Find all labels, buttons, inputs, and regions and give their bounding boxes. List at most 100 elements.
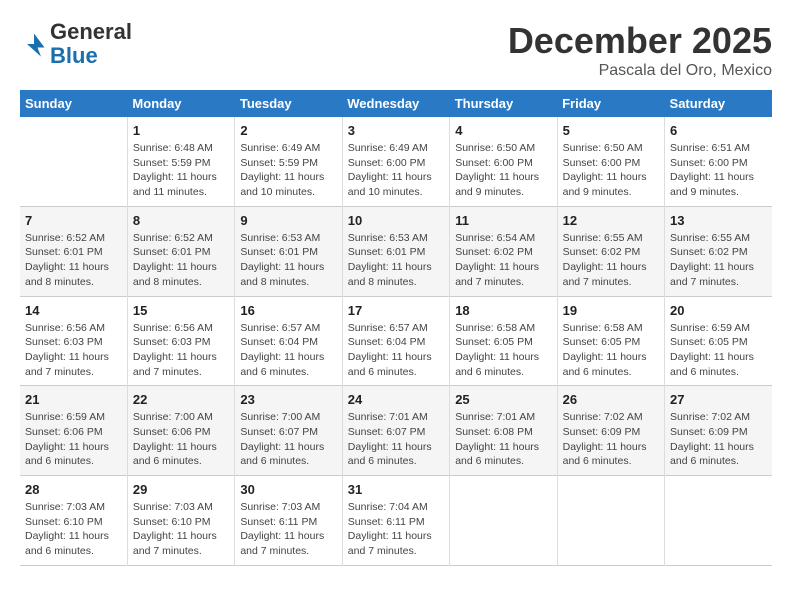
day-number: 8 (133, 213, 229, 228)
weekday-header-row: SundayMondayTuesdayWednesdayThursdayFrid… (20, 90, 772, 117)
calendar-cell: 3 Sunrise: 6:49 AM Sunset: 6:00 PM Daylig… (342, 117, 449, 206)
day-info: Sunrise: 6:50 AM Sunset: 6:00 PM Dayligh… (455, 141, 551, 200)
day-number: 22 (133, 392, 229, 407)
calendar-cell: 5 Sunrise: 6:50 AM Sunset: 6:00 PM Daylig… (557, 117, 664, 206)
title-block: December 2025 Pascala del Oro, Mexico (508, 20, 772, 80)
calendar-cell: 7 Sunrise: 6:52 AM Sunset: 6:01 PM Daylig… (20, 206, 127, 296)
day-info: Sunrise: 6:50 AM Sunset: 6:00 PM Dayligh… (563, 141, 659, 200)
day-info: Sunrise: 6:54 AM Sunset: 6:02 PM Dayligh… (455, 231, 551, 290)
logo-icon (20, 30, 48, 58)
day-info: Sunrise: 7:03 AM Sunset: 6:10 PM Dayligh… (133, 500, 229, 559)
day-number: 6 (670, 123, 767, 138)
calendar-cell: 6 Sunrise: 6:51 AM Sunset: 6:00 PM Daylig… (665, 117, 772, 206)
calendar-cell: 25 Sunrise: 7:01 AM Sunset: 6:08 PM Dayli… (450, 386, 557, 476)
page-header: GeneralBlue December 2025 Pascala del Or… (20, 20, 772, 80)
calendar-week-row: 7 Sunrise: 6:52 AM Sunset: 6:01 PM Daylig… (20, 206, 772, 296)
day-number: 17 (348, 303, 444, 318)
day-number: 24 (348, 392, 444, 407)
day-number: 15 (133, 303, 229, 318)
calendar-cell: 1 Sunrise: 6:48 AM Sunset: 5:59 PM Daylig… (127, 117, 234, 206)
day-number: 26 (563, 392, 659, 407)
calendar-cell: 27 Sunrise: 7:02 AM Sunset: 6:09 PM Dayli… (665, 386, 772, 476)
calendar-cell: 18Sunrise: 6:58 AM Sunset: 6:05 PM Dayli… (450, 296, 557, 386)
day-info: Sunrise: 7:00 AM Sunset: 6:07 PM Dayligh… (240, 410, 336, 469)
calendar-cell: 19 Sunrise: 6:58 AM Sunset: 6:05 PM Dayli… (557, 296, 664, 386)
calendar-cell: 2Sunrise: 6:49 AM Sunset: 5:59 PM Daylig… (235, 117, 342, 206)
calendar-table: SundayMondayTuesdayWednesdayThursdayFrid… (20, 90, 772, 566)
calendar-cell (665, 476, 772, 566)
calendar-cell (557, 476, 664, 566)
day-number: 3 (348, 123, 444, 138)
calendar-cell: 31 Sunrise: 7:04 AM Sunset: 6:11 PM Dayli… (342, 476, 449, 566)
day-info: Sunrise: 7:03 AM Sunset: 6:11 PM Dayligh… (240, 500, 336, 559)
day-number: 25 (455, 392, 551, 407)
day-number: 31 (348, 482, 444, 497)
day-number: 16 (240, 303, 336, 318)
calendar-cell: 20Sunrise: 6:59 AM Sunset: 6:05 PM Dayli… (665, 296, 772, 386)
day-info: Sunrise: 7:03 AM Sunset: 6:10 PM Dayligh… (25, 500, 122, 559)
day-number: 19 (563, 303, 659, 318)
weekday-header: Sunday (20, 90, 127, 117)
day-info: Sunrise: 6:56 AM Sunset: 6:03 PM Dayligh… (25, 321, 122, 380)
weekday-header: Monday (127, 90, 234, 117)
month-title: December 2025 (508, 20, 772, 62)
day-info: Sunrise: 6:48 AM Sunset: 5:59 PM Dayligh… (133, 141, 229, 200)
day-number: 5 (563, 123, 659, 138)
day-info: Sunrise: 6:55 AM Sunset: 6:02 PM Dayligh… (563, 231, 659, 290)
day-number: 10 (348, 213, 444, 228)
calendar-cell: 4 Sunrise: 6:50 AM Sunset: 6:00 PM Daylig… (450, 117, 557, 206)
calendar-cell: 24Sunrise: 7:01 AM Sunset: 6:07 PM Dayli… (342, 386, 449, 476)
day-number: 1 (133, 123, 229, 138)
day-info: Sunrise: 7:01 AM Sunset: 6:08 PM Dayligh… (455, 410, 551, 469)
day-info: Sunrise: 6:51 AM Sunset: 6:00 PM Dayligh… (670, 141, 767, 200)
day-info: Sunrise: 6:56 AM Sunset: 6:03 PM Dayligh… (133, 321, 229, 380)
logo: GeneralBlue (20, 20, 132, 68)
weekday-header: Tuesday (235, 90, 342, 117)
day-info: Sunrise: 6:57 AM Sunset: 6:04 PM Dayligh… (348, 321, 444, 380)
calendar-week-row: 21Sunrise: 6:59 AM Sunset: 6:06 PM Dayli… (20, 386, 772, 476)
calendar-cell: 16Sunrise: 6:57 AM Sunset: 6:04 PM Dayli… (235, 296, 342, 386)
day-info: Sunrise: 6:52 AM Sunset: 6:01 PM Dayligh… (133, 231, 229, 290)
calendar-cell: 29 Sunrise: 7:03 AM Sunset: 6:10 PM Dayli… (127, 476, 234, 566)
day-info: Sunrise: 7:00 AM Sunset: 6:06 PM Dayligh… (133, 410, 229, 469)
day-info: Sunrise: 6:58 AM Sunset: 6:05 PM Dayligh… (563, 321, 659, 380)
day-info: Sunrise: 6:55 AM Sunset: 6:02 PM Dayligh… (670, 231, 767, 290)
weekday-header: Saturday (665, 90, 772, 117)
day-info: Sunrise: 6:59 AM Sunset: 6:06 PM Dayligh… (25, 410, 122, 469)
day-number: 20 (670, 303, 767, 318)
day-info: Sunrise: 6:52 AM Sunset: 6:01 PM Dayligh… (25, 231, 122, 290)
day-info: Sunrise: 7:04 AM Sunset: 6:11 PM Dayligh… (348, 500, 444, 559)
day-number: 30 (240, 482, 336, 497)
calendar-cell: 12 Sunrise: 6:55 AM Sunset: 6:02 PM Dayli… (557, 206, 664, 296)
location-title: Pascala del Oro, Mexico (508, 62, 772, 80)
logo-text: GeneralBlue (50, 20, 132, 68)
calendar-cell: 10 Sunrise: 6:53 AM Sunset: 6:01 PM Dayli… (342, 206, 449, 296)
calendar-cell: 22 Sunrise: 7:00 AM Sunset: 6:06 PM Dayli… (127, 386, 234, 476)
day-number: 18 (455, 303, 551, 318)
calendar-cell: 21Sunrise: 6:59 AM Sunset: 6:06 PM Dayli… (20, 386, 127, 476)
calendar-cell: 26 Sunrise: 7:02 AM Sunset: 6:09 PM Dayli… (557, 386, 664, 476)
calendar-week-row: 28Sunrise: 7:03 AM Sunset: 6:10 PM Dayli… (20, 476, 772, 566)
calendar-week-row: 1 Sunrise: 6:48 AM Sunset: 5:59 PM Daylig… (20, 117, 772, 206)
calendar-cell: 9Sunrise: 6:53 AM Sunset: 6:01 PM Daylig… (235, 206, 342, 296)
calendar-cell: 11 Sunrise: 6:54 AM Sunset: 6:02 PM Dayli… (450, 206, 557, 296)
calendar-cell: 13Sunrise: 6:55 AM Sunset: 6:02 PM Dayli… (665, 206, 772, 296)
day-number: 14 (25, 303, 122, 318)
day-info: Sunrise: 6:53 AM Sunset: 6:01 PM Dayligh… (240, 231, 336, 290)
calendar-cell: 14 Sunrise: 6:56 AM Sunset: 6:03 PM Dayli… (20, 296, 127, 386)
weekday-header: Friday (557, 90, 664, 117)
day-info: Sunrise: 7:02 AM Sunset: 6:09 PM Dayligh… (670, 410, 767, 469)
day-number: 27 (670, 392, 767, 407)
day-number: 12 (563, 213, 659, 228)
day-number: 2 (240, 123, 336, 138)
day-number: 11 (455, 213, 551, 228)
calendar-cell (450, 476, 557, 566)
calendar-cell (20, 117, 127, 206)
day-number: 4 (455, 123, 551, 138)
day-info: Sunrise: 6:49 AM Sunset: 6:00 PM Dayligh… (348, 141, 444, 200)
day-number: 7 (25, 213, 122, 228)
day-info: Sunrise: 7:02 AM Sunset: 6:09 PM Dayligh… (563, 410, 659, 469)
day-number: 29 (133, 482, 229, 497)
day-number: 23 (240, 392, 336, 407)
day-info: Sunrise: 6:53 AM Sunset: 6:01 PM Dayligh… (348, 231, 444, 290)
